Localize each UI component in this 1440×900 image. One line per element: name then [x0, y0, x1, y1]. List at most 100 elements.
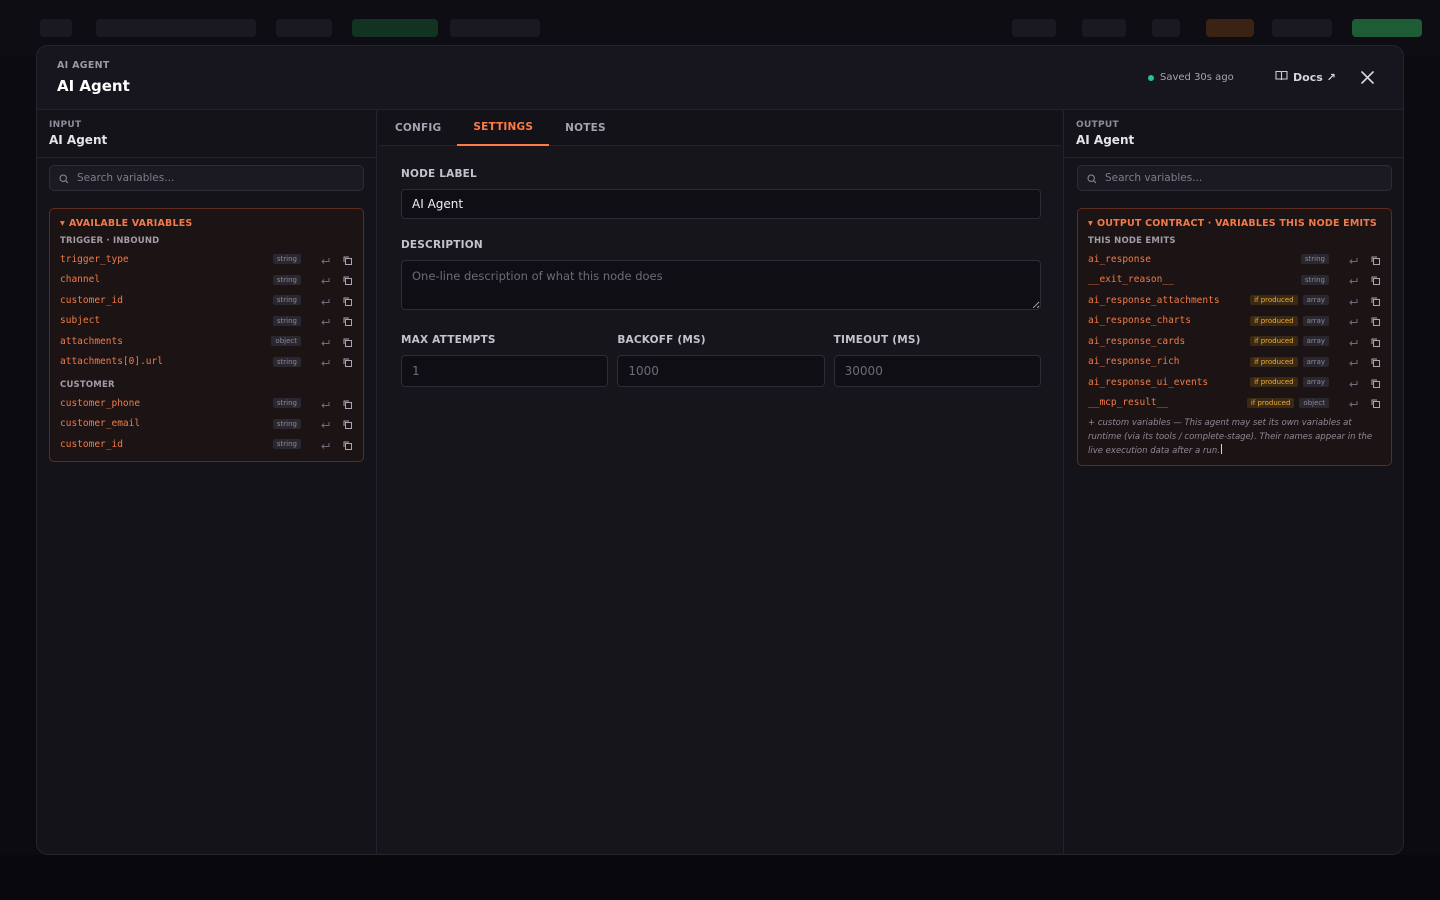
copy-icon — [1371, 332, 1380, 351]
insert-variable-button[interactable] — [1347, 315, 1359, 327]
variable-row: subject string — [60, 311, 353, 332]
copy-variable-button[interactable] — [341, 315, 353, 327]
variable-name[interactable]: customer_phone — [60, 398, 273, 409]
variable-name[interactable]: __exit_reason__ — [1088, 274, 1301, 285]
backoff-input[interactable] — [617, 355, 825, 387]
tab-settings[interactable]: SETTINGS — [457, 110, 550, 146]
node-settings-modal: AI AGENT AI Agent Saved 30s ago Docs ↗ I… — [36, 45, 1404, 855]
insert-variable-button[interactable] — [319, 397, 331, 409]
copy-variable-button[interactable] — [1369, 274, 1381, 286]
variable-name[interactable]: ai_response — [1088, 254, 1301, 265]
variable-name[interactable]: ai_response_cards — [1088, 336, 1250, 347]
insert-variable-button[interactable] — [319, 315, 331, 327]
available-variables-toggle[interactable]: ▾ AVAILABLE VARIABLES — [60, 215, 353, 231]
copy-variable-button[interactable] — [341, 274, 353, 286]
background-pill — [352, 19, 438, 37]
search-icon — [59, 169, 69, 188]
copy-variable-button[interactable] — [341, 356, 353, 368]
tab-notes[interactable]: NOTES — [549, 110, 622, 146]
enter-arrow-icon — [1348, 270, 1358, 289]
insert-variable-button[interactable] — [1347, 335, 1359, 347]
variable-name[interactable]: customer_id — [60, 439, 273, 450]
copy-variable-button[interactable] — [341, 294, 353, 306]
variable-group-label: CUSTOMER — [60, 380, 115, 390]
output-search[interactable] — [1077, 165, 1392, 191]
tab-config[interactable]: CONFIG — [379, 110, 457, 146]
enter-arrow-icon — [1348, 291, 1358, 310]
variable-row: attachments[0].url string — [60, 352, 353, 373]
input-search[interactable] — [49, 165, 364, 191]
variable-name[interactable]: customer_email — [60, 418, 273, 429]
variable-row: __exit_reason__ string — [1088, 270, 1381, 291]
variable-name[interactable]: __mcp_result__ — [1088, 397, 1247, 408]
variable-name[interactable]: attachments — [60, 336, 271, 347]
copy-variable-button[interactable] — [1369, 397, 1381, 409]
copy-variable-button[interactable] — [341, 397, 353, 409]
insert-variable-button[interactable] — [319, 418, 331, 430]
variable-name[interactable]: subject — [60, 315, 273, 326]
max-attempts-input[interactable] — [401, 355, 609, 387]
output-search-field[interactable] — [1105, 172, 1365, 184]
variable-row: ai_response_cards if produced array — [1088, 331, 1381, 352]
available-variables-box: ▾ AVAILABLE VARIABLES TRIGGER · INBOUND t… — [49, 208, 364, 462]
insert-variable-button[interactable] — [1347, 274, 1359, 286]
insert-variable-button[interactable] — [319, 274, 331, 286]
insert-variable-button[interactable] — [1347, 397, 1359, 409]
description-label: DESCRIPTION — [401, 239, 483, 251]
output-variable-list: ai_response string __exit_reason__ string ai… — [1088, 249, 1381, 413]
background-pill — [276, 19, 332, 37]
type-badge: string — [272, 398, 301, 409]
description-textarea[interactable] — [401, 260, 1041, 310]
status-dot-icon — [1148, 74, 1154, 81]
type-badge: string — [272, 315, 301, 326]
settings-panel: CONFIG SETTINGS NOTES NODE LABEL DESCRIP… — [379, 110, 1061, 854]
if-produced-badge: if produced — [1250, 356, 1298, 367]
copy-icon — [1371, 393, 1380, 412]
output-kicker: OUTPUT — [1076, 120, 1119, 130]
insert-variable-button[interactable] — [319, 294, 331, 306]
variable-name[interactable]: channel — [60, 274, 273, 285]
copy-variable-button[interactable] — [1369, 315, 1381, 327]
copy-variable-button[interactable] — [341, 438, 353, 450]
copy-icon — [1371, 291, 1380, 310]
input-search-field[interactable] — [77, 172, 337, 184]
copy-variable-button[interactable] — [341, 418, 353, 430]
copy-variable-button[interactable] — [1369, 294, 1381, 306]
output-contract-title: OUTPUT CONTRACT · VARIABLES THIS NODE EM… — [1096, 217, 1377, 229]
copy-variable-button[interactable] — [341, 335, 353, 347]
variable-name[interactable]: customer_id — [60, 295, 273, 306]
copy-variable-button[interactable] — [1369, 376, 1381, 388]
insert-variable-button[interactable] — [1347, 356, 1359, 368]
output-contract-toggle[interactable]: ▾ OUTPUT CONTRACT · VARIABLES THIS NODE … — [1088, 215, 1381, 231]
max-attempts-label: MAX ATTEMPTS — [401, 334, 496, 346]
insert-variable-button[interactable] — [1347, 253, 1359, 265]
timeout-input[interactable] — [833, 355, 1041, 387]
variable-name[interactable]: ai_response_rich — [1088, 356, 1250, 367]
output-contract-box: ▾ OUTPUT CONTRACT · VARIABLES THIS NODE … — [1077, 208, 1392, 466]
background-pill — [1352, 19, 1422, 37]
node-label-input[interactable] — [401, 189, 1041, 219]
insert-variable-button[interactable] — [1347, 376, 1359, 388]
copy-variable-button[interactable] — [341, 253, 353, 265]
variable-name[interactable]: ai_response_ui_events — [1088, 377, 1250, 388]
copy-variable-button[interactable] — [1369, 253, 1381, 265]
type-badge: string — [272, 418, 301, 429]
copy-icon — [343, 414, 352, 433]
copy-variable-button[interactable] — [1369, 356, 1381, 368]
variable-name[interactable]: ai_response_charts — [1088, 315, 1250, 326]
copy-variable-button[interactable] — [1369, 335, 1381, 347]
variable-name[interactable]: attachments[0].url — [60, 356, 273, 367]
variable-row: customer_email string — [60, 414, 353, 435]
variable-name[interactable]: ai_response_attachments — [1088, 295, 1250, 306]
variable-name[interactable]: trigger_type — [60, 254, 273, 265]
close-icon — [1360, 69, 1374, 88]
insert-variable-button[interactable] — [319, 356, 331, 368]
close-button[interactable] — [1357, 68, 1377, 88]
insert-variable-button[interactable] — [319, 335, 331, 347]
insert-variable-button[interactable] — [1347, 294, 1359, 306]
type-badge: string — [272, 254, 301, 265]
variable-row: ai_response_ui_events if produced array — [1088, 372, 1381, 393]
insert-variable-button[interactable] — [319, 253, 331, 265]
docs-link[interactable]: Docs ↗ — [1275, 70, 1336, 84]
insert-variable-button[interactable] — [319, 438, 331, 450]
